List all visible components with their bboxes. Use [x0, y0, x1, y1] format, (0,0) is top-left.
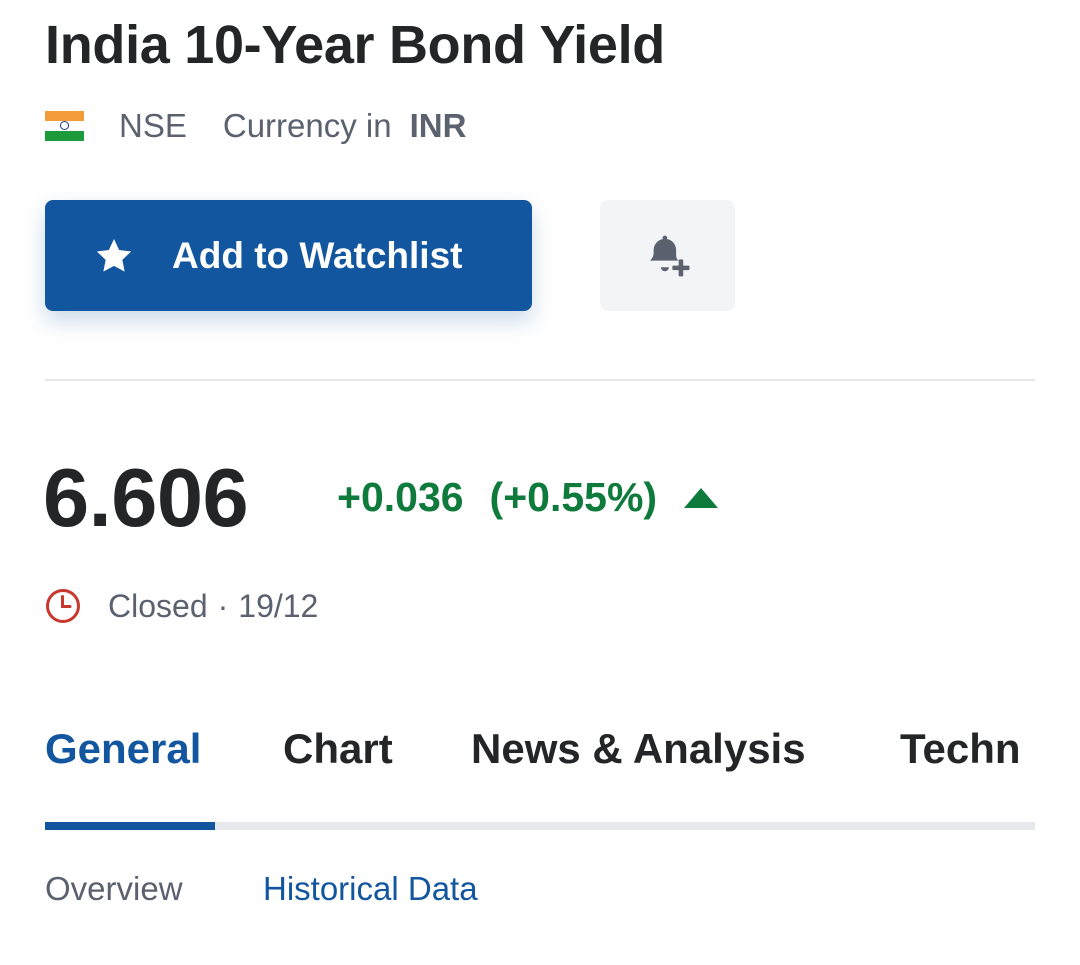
status-separator: · [217, 587, 229, 624]
subtab-overview[interactable]: Overview [45, 870, 183, 908]
market-status: Closed · 19/12 [45, 585, 318, 627]
clock-icon [46, 589, 80, 623]
india-flag-icon [45, 110, 84, 142]
status-text: Closed [108, 587, 208, 624]
triangle-up-icon [684, 487, 719, 508]
currency-value: INR [409, 107, 467, 144]
tab-general[interactable]: General [45, 725, 201, 773]
active-tab-indicator [45, 822, 215, 830]
status-date: 19/12 [238, 587, 319, 624]
instrument-page: India 10-Year Bond Yield NSE Currency in… [0, 0, 1080, 965]
tab-technical[interactable]: Techn [900, 725, 1021, 773]
instrument-meta: NSE Currency in INR [45, 104, 466, 148]
section-divider [45, 379, 1035, 381]
page-title: India 10-Year Bond Yield [45, 15, 665, 75]
tab-chart[interactable]: Chart [283, 725, 393, 773]
last-price: 6.606 [43, 451, 249, 544]
currency-label: Currency in [222, 107, 392, 144]
watchlist-button-label: Add to Watchlist [172, 234, 463, 276]
change-percent: (+0.55%) [489, 474, 658, 520]
create-alert-button[interactable] [600, 200, 735, 311]
subtab-historical-data[interactable]: Historical Data [263, 870, 478, 908]
bell-plus-icon [649, 235, 689, 276]
star-icon [96, 238, 132, 272]
exchange-label: NSE [119, 107, 187, 144]
add-to-watchlist-button[interactable]: Add to Watchlist [45, 200, 532, 311]
change-value: +0.036 [337, 474, 464, 520]
tab-news-analysis[interactable]: News & Analysis [471, 725, 806, 773]
price-change: +0.036 (+0.55%) [337, 474, 719, 521]
